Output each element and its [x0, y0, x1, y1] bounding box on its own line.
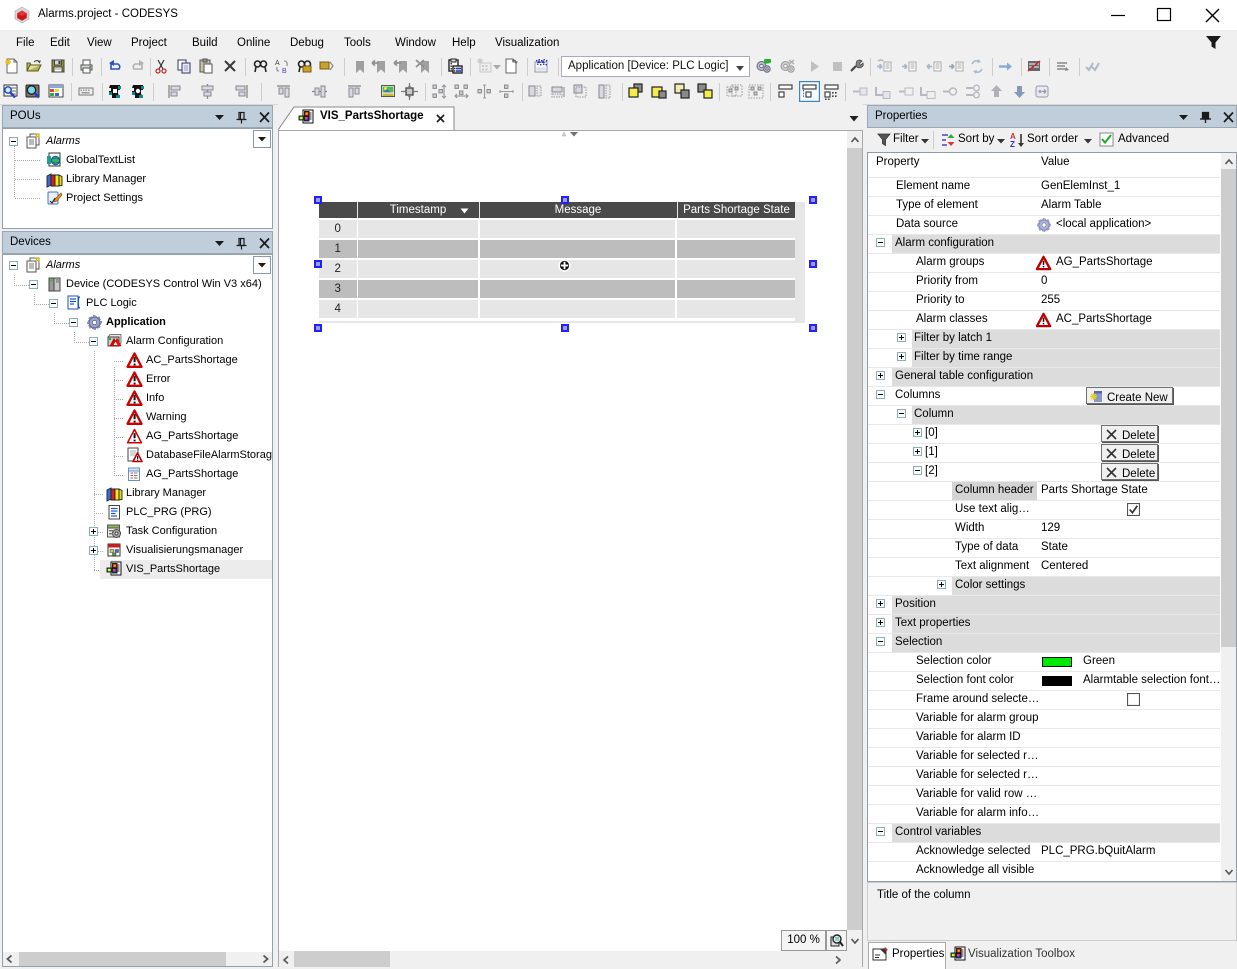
svg-text:A: A	[275, 60, 280, 67]
svg-text:Z: Z	[1010, 140, 1015, 148]
svg-text:B: B	[282, 68, 287, 75]
